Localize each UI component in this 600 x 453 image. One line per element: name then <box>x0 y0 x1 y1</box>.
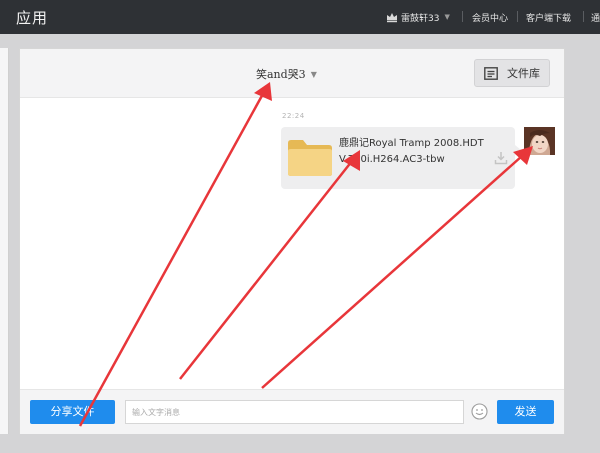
chat-header: 笑and哭3 ▼ 文件库 <box>20 49 564 98</box>
contact-name: 笑and哭3 <box>256 68 306 81</box>
share-file-button[interactable]: 分享文件 <box>30 400 115 424</box>
caret-down-icon: ▼ <box>310 69 317 79</box>
file-library-label: 文件库 <box>507 67 540 80</box>
emoji-icon[interactable] <box>471 403 488 420</box>
crown-icon <box>387 13 397 23</box>
more-link[interactable]: 通 <box>591 11 600 24</box>
app-title: 应用 <box>16 9 49 27</box>
member-center-link[interactable]: 会员中心 <box>472 11 508 24</box>
divider <box>583 11 584 22</box>
user-name: 雷鼓轩33 <box>401 13 440 24</box>
chat-panel: 笑and哭3 ▼ 文件库 22:24 鹿鼎记Royal Tramp 2008.H… <box>19 48 565 434</box>
folder-icon <box>288 140 332 176</box>
divider <box>462 11 463 22</box>
avatar[interactable] <box>524 127 555 155</box>
send-button[interactable]: 发送 <box>497 400 554 424</box>
user-menu[interactable]: 雷鼓轩33 ▼ <box>386 10 450 24</box>
file-message-bubble[interactable]: 鹿鼎记Royal Tramp 2008.HDTV.720i.H264.AC3-t… <box>281 127 521 189</box>
file-library-icon <box>484 66 498 80</box>
message-input[interactable] <box>125 400 464 424</box>
client-download-link[interactable]: 客户端下载 <box>526 11 571 24</box>
chevron-down-icon: ▼ <box>444 13 450 21</box>
left-panel <box>0 48 9 434</box>
file-library-button[interactable]: 文件库 <box>474 59 550 87</box>
file-name: 鹿鼎记Royal Tramp 2008.HDTV.720i.H264.AC3-t… <box>339 138 484 165</box>
top-bar: 应用 雷鼓轩33 ▼ 会员中心 客户端下载 通 <box>0 0 600 34</box>
composer-bar: 分享文件 发送 <box>20 389 564 434</box>
download-icon[interactable] <box>494 151 508 165</box>
message-timestamp: 22:24 <box>282 112 305 120</box>
divider <box>517 11 518 22</box>
contact-selector[interactable]: 笑and哭3 ▼ <box>256 66 317 82</box>
